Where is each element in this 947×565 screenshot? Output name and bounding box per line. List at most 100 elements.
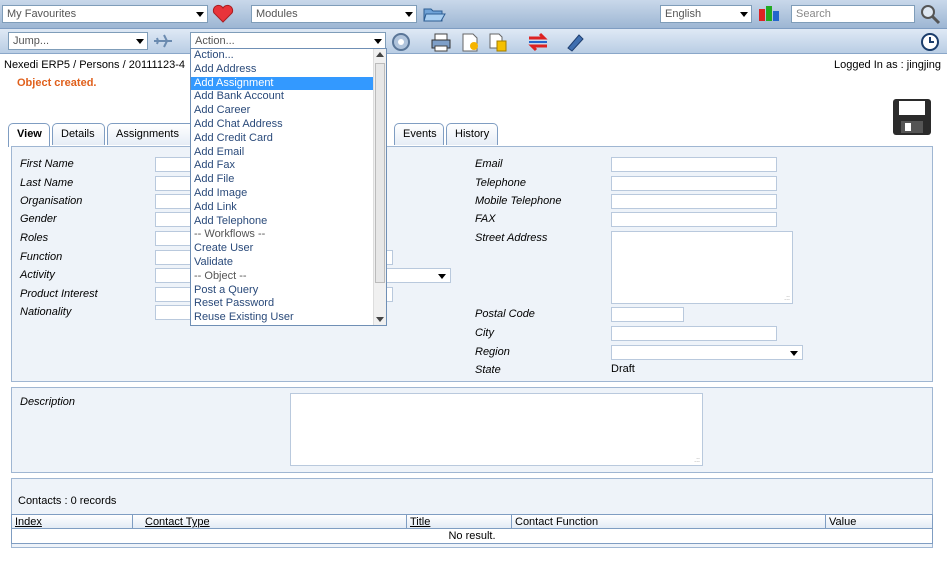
state-value: Draft <box>611 363 635 375</box>
action-option[interactable]: Reset Password <box>191 297 386 311</box>
attachment-icon[interactable] <box>563 32 585 52</box>
last-name-label: Last Name <box>20 177 74 189</box>
action-option[interactable]: Add Bank Account <box>191 90 386 104</box>
action-select-value: Action... <box>195 35 235 47</box>
airplane-icon[interactable] <box>152 32 174 50</box>
organisation-label: Organisation <box>20 195 83 207</box>
city-input[interactable] <box>611 326 777 341</box>
region-label: Region <box>475 346 510 358</box>
contacts-table: Index Contact Type Title Contact Functio… <box>11 514 933 544</box>
mobile-telephone-input[interactable] <box>611 194 777 209</box>
print-icon[interactable] <box>430 32 452 52</box>
action-option[interactable]: Reuse Existing User <box>191 311 386 325</box>
email-input[interactable] <box>611 157 777 172</box>
top-bar: My Favourites Modules English Search <box>0 0 947 29</box>
action-option[interactable]: Add Career <box>191 104 386 118</box>
action-option[interactable]: Action... <box>191 49 386 63</box>
last-name-input[interactable] <box>155 176 195 191</box>
action-option[interactable]: Post a Query <box>191 284 386 298</box>
region-select[interactable] <box>611 345 803 360</box>
column-contact-function: Contact Function <box>515 516 599 528</box>
fax-input[interactable] <box>611 212 777 227</box>
folder-open-icon[interactable] <box>422 5 446 23</box>
email-label: Email <box>475 158 503 170</box>
action-option[interactable]: Validate <box>191 256 386 270</box>
street-address-textarea[interactable]: .:: <box>611 231 793 304</box>
first-name-input[interactable] <box>155 157 195 172</box>
telephone-label: Telephone <box>475 177 526 189</box>
function-label: Function <box>20 251 63 263</box>
action-dropdown-list[interactable]: Action... Add Address Add Assignment Add Ba… <box>190 48 387 326</box>
search-placeholder: Search <box>796 8 831 20</box>
postal-code-label: Postal Code <box>475 308 535 320</box>
status-message: Object created. <box>17 77 97 89</box>
dropdown-scrollbar[interactable] <box>373 49 386 325</box>
logged-in-label: Logged In as : jingjing <box>833 59 941 71</box>
language-select[interactable]: English <box>660 5 752 23</box>
modules-select-value: Modules <box>256 8 298 20</box>
first-name-label: First Name <box>20 158 74 170</box>
new-document-icon[interactable] <box>459 32 481 52</box>
search-icon[interactable] <box>918 3 942 25</box>
city-label: City <box>475 327 494 339</box>
action-option[interactable]: Add Email <box>191 146 386 160</box>
favourites-select-value: My Favourites <box>7 8 77 20</box>
abc-language-icon[interactable] <box>756 3 780 25</box>
nationality-label: Nationality <box>20 306 72 318</box>
column-contact-type[interactable]: Contact Type <box>145 516 210 528</box>
action-option[interactable]: Add File <box>191 173 386 187</box>
fax-label: FAX <box>475 213 496 225</box>
clone-document-icon[interactable] <box>487 32 509 52</box>
tab-events[interactable]: Events <box>394 123 444 145</box>
action-option[interactable]: Add Fax <box>191 159 386 173</box>
roles-label: Roles <box>20 232 49 244</box>
description-label: Description <box>20 396 76 408</box>
activity-label: Activity <box>20 269 55 281</box>
contacts-table-header: Index Contact Type Title Contact Functio… <box>12 515 932 529</box>
action-option: -- Workflows -- <box>194 228 266 241</box>
modules-select[interactable]: Modules <box>251 5 417 23</box>
heart-icon[interactable] <box>212 4 234 24</box>
clock-icon[interactable] <box>920 32 940 52</box>
toolbar: Jump... Action... <box>0 29 947 54</box>
tab-details[interactable]: Details <box>52 123 105 145</box>
tab-history[interactable]: History <box>446 123 498 145</box>
action-option: -- Object -- <box>194 269 247 282</box>
nationality-select[interactable] <box>155 305 195 320</box>
column-index[interactable]: Index <box>15 516 42 528</box>
tab-view[interactable]: View <box>8 123 50 147</box>
street-address-label: Street Address <box>475 232 548 244</box>
roles-input[interactable] <box>155 231 195 246</box>
no-result-row: No result. <box>448 530 496 542</box>
product-interest-label: Product Interest <box>20 288 98 300</box>
action-option[interactable]: Add Image <box>191 187 386 201</box>
organisation-input[interactable] <box>155 194 195 209</box>
description-textarea[interactable]: .:: <box>290 393 703 466</box>
breadcrumb[interactable]: Nexedi ERP5 / Persons / 20111123-4 <box>4 59 185 71</box>
postal-code-input[interactable] <box>611 307 684 322</box>
action-option[interactable]: Add Address <box>191 63 386 77</box>
action-option[interactable]: Add Link <box>191 201 386 215</box>
search-input[interactable]: Search <box>791 5 915 23</box>
tab-assignments[interactable]: Assignments <box>107 123 195 145</box>
gender-label: Gender <box>20 213 57 225</box>
column-title[interactable]: Title <box>410 516 430 528</box>
action-option[interactable]: Add Assignment <box>191 76 386 91</box>
jump-select-value: Jump... <box>13 35 50 47</box>
dropdown-scroll-thumb[interactable] <box>375 63 385 283</box>
contacts-title: Contacts : 0 records <box>18 495 117 507</box>
action-option[interactable]: Add Chat Address <box>191 118 386 132</box>
action-option[interactable]: Add Credit Card <box>191 132 386 146</box>
favourites-select[interactable]: My Favourites <box>2 5 208 23</box>
swap-icon[interactable] <box>527 32 549 52</box>
save-icon[interactable] <box>891 97 933 137</box>
telephone-input[interactable] <box>611 176 777 191</box>
gear-icon[interactable] <box>391 32 411 52</box>
state-label: State <box>475 364 501 376</box>
action-option[interactable]: Add Telephone <box>191 215 386 229</box>
column-value: Value <box>829 516 857 528</box>
jump-select[interactable]: Jump... <box>8 32 148 50</box>
action-option[interactable]: Create User <box>191 242 386 256</box>
gender-select[interactable] <box>155 212 195 227</box>
language-select-value: English <box>665 8 702 20</box>
